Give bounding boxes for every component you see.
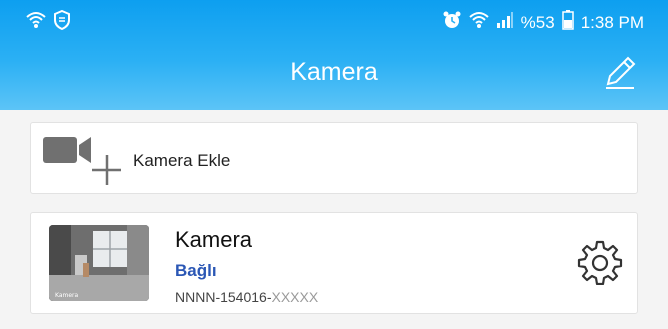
camera-id-suffix: XXXXX: [271, 289, 319, 305]
alarm-icon: [442, 10, 462, 35]
add-camera-row[interactable]: Kamera Ekle: [30, 122, 638, 194]
add-camera-label: Kamera Ekle: [133, 151, 231, 170]
signal-icon: [496, 11, 514, 34]
video-camera-plus-icon: [41, 131, 122, 187]
camera-list-item[interactable]: Kamera Kamera Bağlı NNNN-154016-XXXXX: [30, 212, 638, 314]
thumbnail-caption: Kamera: [55, 292, 79, 299]
wifi-icon: [26, 11, 46, 34]
camera-name: Kamera: [175, 227, 253, 252]
camera-id: NNNN-154016-XXXXX: [175, 289, 318, 305]
battery-percent: %53: [520, 12, 555, 32]
gear-icon: [577, 240, 623, 289]
camera-thumbnail[interactable]: Kamera: [49, 225, 149, 301]
camera-settings-button[interactable]: [577, 239, 623, 286]
battery-icon: [561, 10, 574, 35]
status-left: [26, 9, 70, 35]
status-bar: %53 1:38 PM: [0, 0, 668, 40]
app-header: %53 1:38 PM Kamera: [0, 0, 668, 110]
camera-status: Bağlı: [175, 261, 217, 280]
page-title: Kamera: [290, 58, 378, 86]
pencil-icon: [600, 56, 640, 96]
clock: 1:38 PM: [580, 12, 644, 32]
edit-button[interactable]: [600, 52, 640, 92]
shield-icon: [54, 9, 70, 35]
status-right: %53 1:38 PM: [442, 10, 644, 35]
wifi-icon: [468, 11, 489, 34]
camera-id-prefix: NNNN-154016-: [175, 289, 272, 305]
